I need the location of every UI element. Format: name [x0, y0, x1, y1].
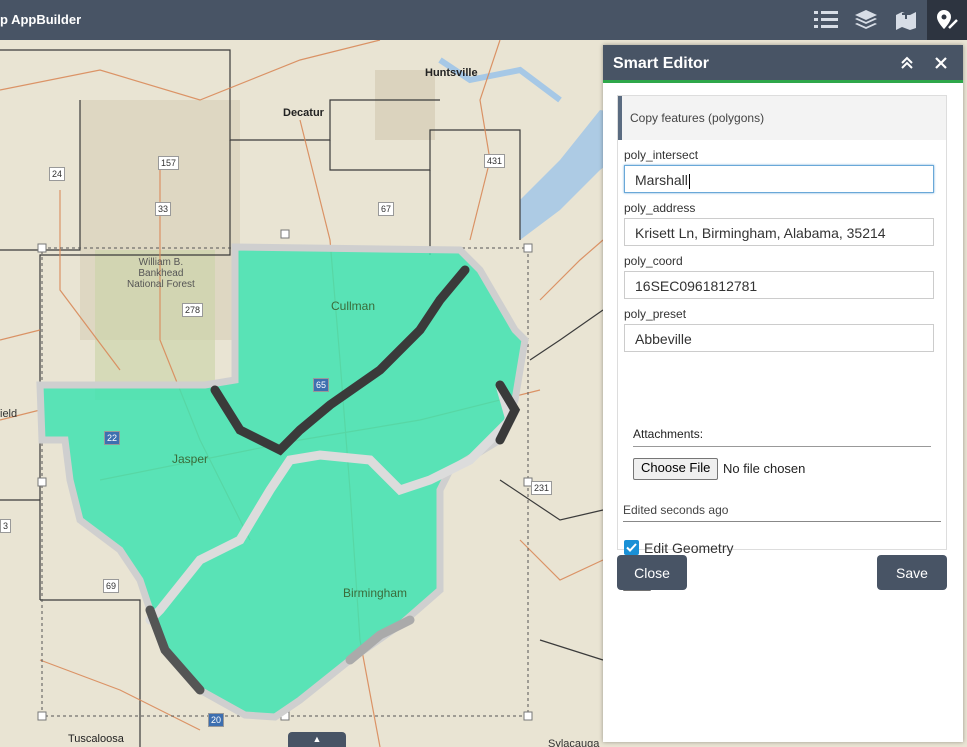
map-label-tuscaloosa: Tuscaloosa: [68, 733, 124, 745]
basemap-icon[interactable]: [886, 0, 926, 40]
map-label-huntsville: Huntsville: [425, 67, 478, 79]
route-shield-69: 69: [103, 579, 120, 593]
attachments-label: Attachments:: [633, 427, 704, 441]
route-shield-278: 278: [182, 303, 204, 317]
field-label-poly-coord: poly_coord: [624, 254, 683, 268]
edit-geometry-label: Edit Geometry: [644, 540, 734, 556]
layers-icon[interactable]: [846, 0, 886, 40]
template-name: Copy features (polygons): [630, 111, 765, 125]
edited-status: Edited seconds ago: [623, 503, 729, 517]
route-shield-33: 33: [155, 202, 172, 216]
panel-header: Smart Editor: [603, 45, 963, 83]
edit-geometry-checkbox[interactable]: [624, 540, 639, 555]
smart-editor-icon[interactable]: [927, 0, 967, 40]
save-button[interactable]: Save: [877, 555, 947, 590]
route-shield-3: 3: [0, 519, 12, 533]
close-icon[interactable]: [931, 53, 951, 73]
field-label-poly-preset: poly_preset: [624, 307, 687, 321]
poly-preset-input[interactable]: Abbeville: [624, 324, 934, 352]
route-shield-20: 20: [208, 713, 225, 727]
close-button[interactable]: Close: [617, 555, 687, 590]
map-label-birmingham: Birmingham: [343, 586, 408, 600]
route-shield-22: 22: [104, 431, 121, 445]
route-shield-24: 24: [49, 167, 66, 181]
field-label-poly-address: poly_address: [624, 201, 696, 215]
route-shield-431: 431: [484, 154, 506, 168]
app-header: p AppBuilder: [0, 0, 967, 40]
poly-address-input[interactable]: Krisett Ln, Birmingham, Alabama, 35214: [624, 218, 934, 246]
choose-file-button[interactable]: Choose File: [633, 458, 719, 480]
route-shield-157: 157: [158, 156, 180, 170]
poly-intersect-input[interactable]: Marshall: [624, 165, 934, 193]
route-shield-231: 231: [531, 481, 553, 495]
no-file-text: No file chosen: [723, 461, 806, 476]
map-label-forest: William B. Bankhead National Forest: [127, 257, 195, 290]
map-label-sylacauga: Sylacauga: [548, 738, 600, 747]
edited-divider: [623, 521, 941, 522]
attachments-divider: [633, 446, 931, 447]
map-label-cullman: Cullman: [331, 299, 376, 313]
legend-icon[interactable]: [806, 0, 846, 40]
poly-coord-input[interactable]: 16SEC0961812781: [624, 271, 934, 299]
field-label-poly-intersect: poly_intersect: [624, 148, 699, 162]
template-header: Copy features (polygons): [618, 96, 946, 140]
panel-title: Smart Editor: [613, 55, 710, 72]
attribute-table-toggle[interactable]: ▲: [288, 732, 346, 747]
route-shield-67: 67: [378, 202, 395, 216]
map-label-jasper: Jasper: [172, 452, 209, 466]
app-title: p AppBuilder: [0, 12, 82, 27]
route-shield-65: 65: [313, 378, 330, 392]
smart-editor-panel: Smart Editor Copy features (polygons) po…: [603, 45, 963, 742]
collapse-icon[interactable]: [897, 53, 917, 73]
map-label-field: ield: [0, 408, 18, 420]
attribute-form: Copy features (polygons) poly_intersect …: [617, 95, 947, 591]
map-label-decatur: Decatur: [283, 107, 324, 119]
